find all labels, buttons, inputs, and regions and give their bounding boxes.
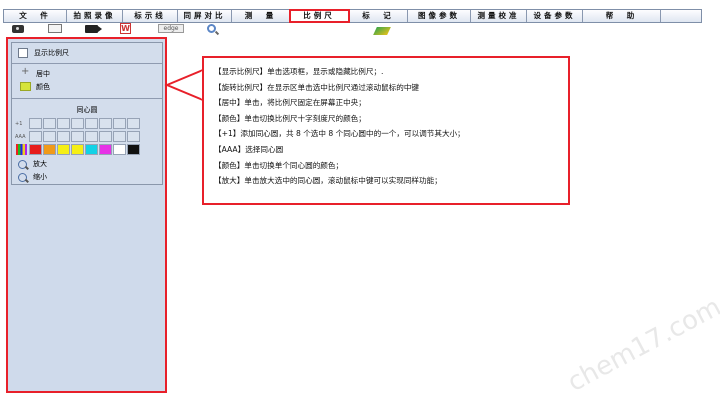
aaa-row: AAA — [12, 131, 162, 142]
menu-item-8[interactable]: 测量校准 — [471, 10, 527, 22]
toolbar: W edge — [3, 22, 703, 36]
concentric-cell[interactable] — [113, 131, 126, 142]
watermark: chem17.com — [562, 292, 720, 398]
color-swatch[interactable] — [127, 144, 140, 155]
color-swatch[interactable] — [113, 144, 126, 155]
menu-item-1[interactable]: 拍照录像 — [67, 10, 123, 22]
callout-line: 【旋转比例尺】在显示区单击选中比例尺通过滚动鼠标的中键 — [214, 82, 420, 92]
color-swatch[interactable] — [57, 144, 70, 155]
callout-line: 【颜色】单击切换单个同心圆的颜色； — [214, 160, 344, 170]
window-icon[interactable] — [48, 23, 62, 34]
plus-one-label: +1 — [15, 120, 23, 127]
word-icon[interactable]: W — [120, 23, 131, 34]
concentric-cell[interactable] — [127, 118, 140, 129]
callout-line: 【放大】单击放大选中的同心圆，滚动鼠标中键可以实现同样功能； — [214, 176, 442, 186]
color-swatch[interactable] — [29, 144, 42, 155]
concentric-cell[interactable] — [71, 118, 84, 129]
plus-one-row: +1 — [12, 118, 162, 129]
color-icon — [20, 82, 31, 91]
concentric-title: 同心圆 — [76, 106, 98, 114]
concentric-cell[interactable] — [57, 118, 70, 129]
zoom-in-label: 放大 — [33, 160, 47, 168]
menu-item-5[interactable]: 比例尺 — [289, 9, 350, 23]
concentric-cell[interactable] — [71, 131, 84, 142]
aaa-cells[interactable] — [29, 131, 140, 142]
menu-item-2[interactable]: 标示线 — [123, 10, 178, 22]
video-icon[interactable] — [85, 23, 102, 34]
color-swatch[interactable] — [99, 144, 112, 155]
color-swatch[interactable] — [43, 144, 56, 155]
swatch-row — [12, 144, 162, 155]
ruler-panel: 显示比例尺 居中 颜色 同心圆 +1 AAA 放大 — [6, 37, 167, 393]
concentric-cell[interactable] — [29, 118, 42, 129]
concentric-cell[interactable] — [57, 131, 70, 142]
concentric-cell[interactable] — [113, 118, 126, 129]
menu-item-9[interactable]: 设备参数 — [527, 10, 583, 22]
zoom-out-button[interactable]: 缩小 — [12, 172, 162, 182]
concentric-cell[interactable] — [43, 118, 56, 129]
concentric-cell[interactable] — [29, 131, 42, 142]
color-swatch[interactable] — [71, 144, 84, 155]
callout-line: 【AAA】选择同心圆 — [214, 144, 284, 154]
plus-one-cells[interactable] — [29, 118, 140, 129]
color-button[interactable]: 颜色 — [12, 81, 162, 92]
concentric-cell[interactable] — [127, 131, 140, 142]
callout-line: 【颜色】单击切换比例尺十字刻度尺的颜色； — [214, 113, 366, 123]
callout-line: 【+1】添加同心圆，共 8 个选中 8 个同心圆中的一个，可以调节其大小； — [214, 129, 465, 139]
ruler-options-group: 显示比例尺 居中 颜色 同心圆 +1 AAA 放大 — [11, 42, 163, 185]
color-swatch[interactable] — [85, 144, 98, 155]
concentric-cell[interactable] — [99, 118, 112, 129]
aaa-label: AAA — [15, 133, 26, 140]
menu-item-10[interactable]: 帮 助 — [583, 10, 661, 22]
color-bars-icon — [16, 144, 27, 155]
center-icon — [20, 66, 30, 78]
zoom-icon[interactable] — [207, 23, 216, 34]
zoom-out-icon — [18, 172, 27, 182]
callout-line: 【显示比例尺】单击选项框，显示或隐藏比例尺；. — [214, 67, 384, 76]
menu-item-4[interactable]: 测 量 — [232, 10, 290, 22]
show-ruler-label: 显示比例尺 — [34, 49, 69, 57]
color-label: 颜色 — [36, 82, 50, 91]
show-ruler-row[interactable]: 显示比例尺 — [12, 47, 162, 59]
ruler-icon — [373, 25, 391, 36]
edge-icon[interactable]: edge — [158, 23, 184, 34]
menu-item-3[interactable]: 同屏对比 — [178, 10, 232, 22]
camera-icon[interactable] — [12, 23, 24, 34]
callout-line: 【居中】单击，将比例尺固定在屏幕正中央； — [214, 98, 366, 108]
color-swatches[interactable] — [29, 144, 140, 155]
concentric-cell[interactable] — [85, 131, 98, 142]
zoom-in-button[interactable]: 放大 — [12, 159, 162, 169]
help-callout: 【显示比例尺】单击选项框，显示或隐藏比例尺；. 【旋转比例尺】在显示区单击选中比例… — [202, 56, 570, 205]
concentric-cell[interactable] — [43, 131, 56, 142]
concentric-cell[interactable] — [85, 118, 98, 129]
menu-item-7[interactable]: 图像参数 — [408, 10, 471, 22]
concentric-cell[interactable] — [99, 131, 112, 142]
show-ruler-checkbox[interactable] — [18, 48, 28, 58]
zoom-in-icon — [18, 159, 27, 169]
center-button[interactable]: 居中 — [12, 66, 162, 79]
menu-item-0[interactable]: 文 件 — [4, 10, 67, 22]
menu-item-6[interactable]: 标 记 — [349, 10, 408, 22]
zoom-out-label: 缩小 — [33, 173, 47, 181]
menu-bar: 文 件拍照录像 标示线 同屏对比测 量比例尺标 记图像参数 测量校准 设备参数帮 助 — [3, 9, 702, 23]
center-label: 居中 — [36, 69, 50, 78]
